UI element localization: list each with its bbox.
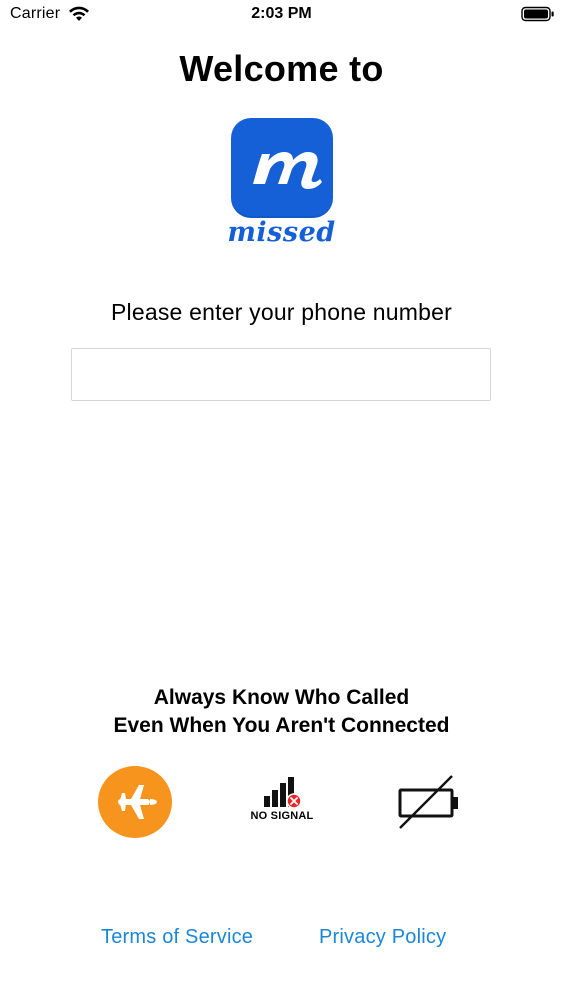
tagline-line-2: Even When You Aren't Connected	[113, 714, 450, 737]
terms-of-service-link[interactable]: Terms of Service	[101, 926, 253, 949]
app-logo	[231, 118, 333, 218]
page-title: Welcome to	[179, 48, 384, 89]
dead-battery-icon	[396, 774, 462, 830]
phone-number-input[interactable]	[71, 348, 491, 401]
airplane-mode-icon	[98, 766, 172, 838]
privacy-policy-link[interactable]: Privacy Policy	[319, 926, 446, 949]
no-signal-icon	[264, 777, 302, 809]
tagline-line-1: Always Know Who Called	[153, 686, 410, 709]
no-signal-indicator: NO SIGNAL	[240, 772, 324, 828]
no-signal-label: NO SIGNAL	[250, 810, 314, 822]
battery-icon	[521, 6, 554, 22]
logo-m-icon	[253, 152, 322, 189]
status-time: 2:03 PM	[251, 5, 312, 22]
phone-prompt-label: Please enter your phone number	[111, 299, 452, 325]
status-bar: Carrier 2:03 PM	[0, 0, 563, 30]
app-wordmark: missed	[227, 217, 336, 248]
